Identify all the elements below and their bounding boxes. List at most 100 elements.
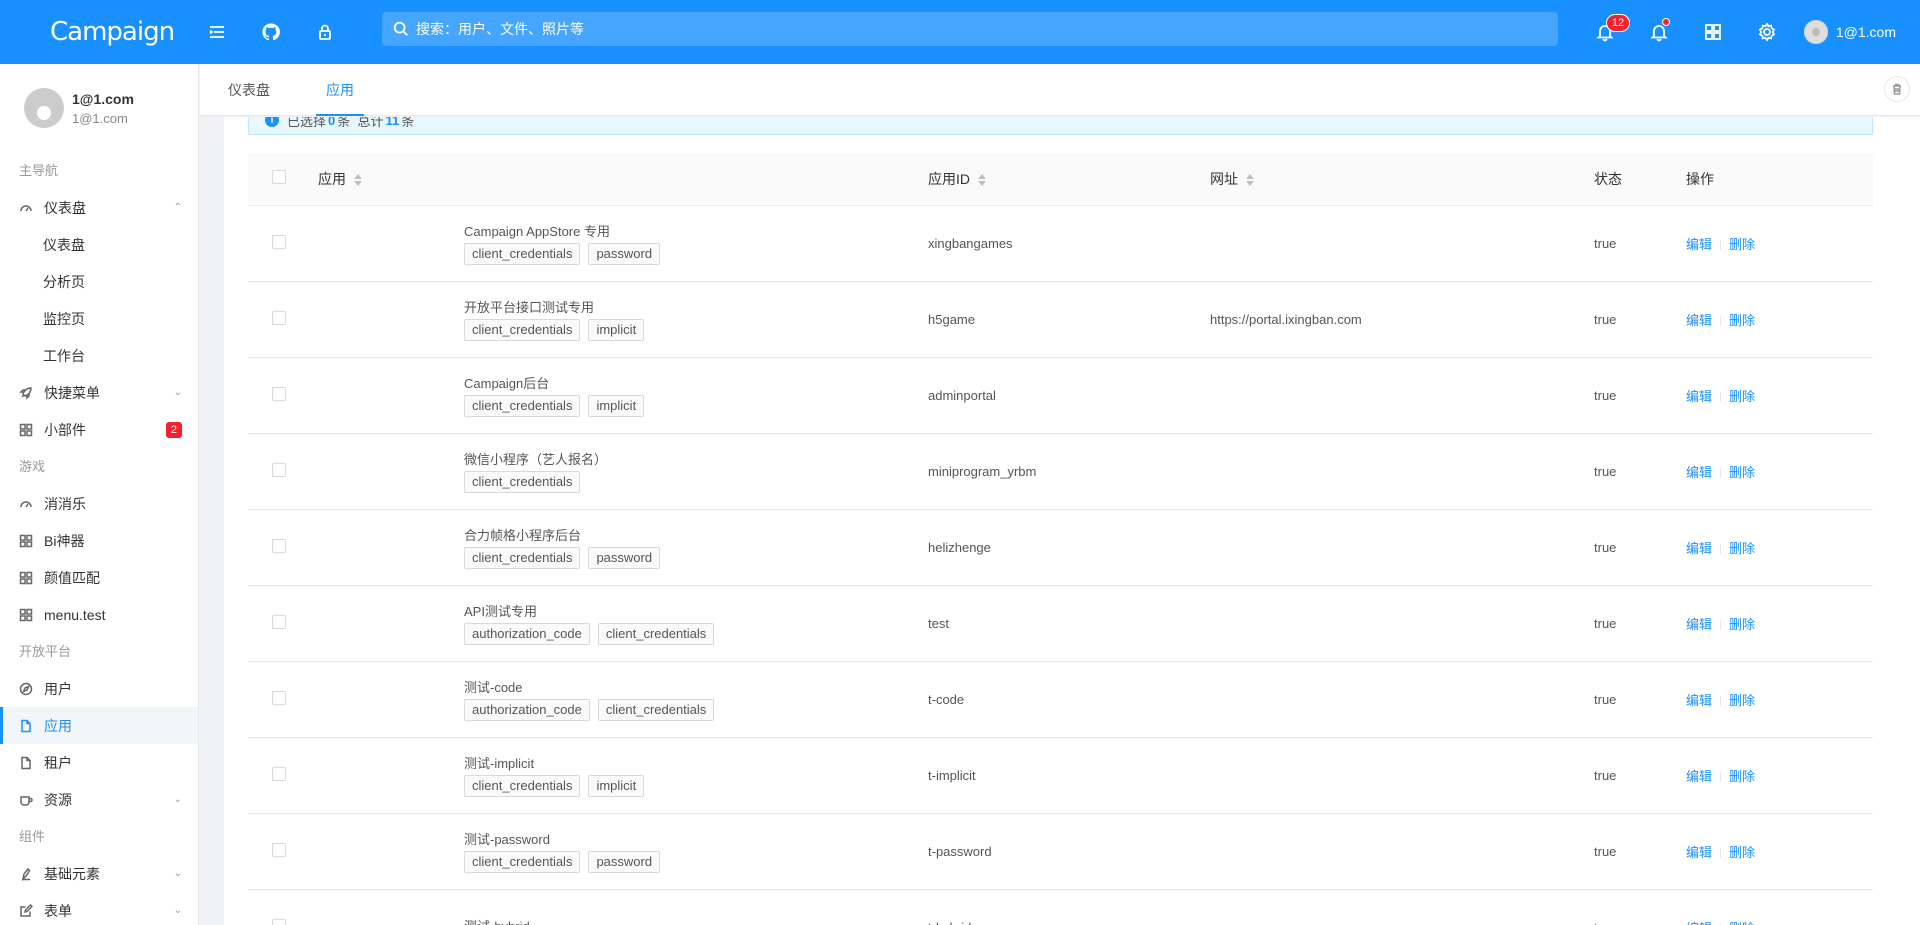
delete-link[interactable]: 删除 <box>1729 541 1755 556</box>
alert-bell-icon[interactable] <box>1632 0 1686 64</box>
divider <box>1720 772 1722 783</box>
edit-link[interactable]: 编辑 <box>1686 541 1712 556</box>
sort-icon[interactable] <box>354 174 362 187</box>
menu-toggle-icon[interactable] <box>190 0 244 64</box>
delete-link[interactable]: 删除 <box>1729 313 1755 328</box>
sidebar-item-menutest[interactable]: menu.test <box>0 596 198 633</box>
user-menu[interactable]: 1@1.com <box>1794 0 1920 64</box>
app-url <box>1210 585 1594 662</box>
edit-link[interactable]: 编辑 <box>1686 237 1712 252</box>
divider <box>1720 468 1722 479</box>
row-checkbox[interactable] <box>272 234 286 249</box>
column-url[interactable]: 网址 <box>1210 153 1594 206</box>
search-input[interactable] <box>416 21 1516 37</box>
edit-link[interactable]: 编辑 <box>1686 617 1712 632</box>
table-row: 测试-password client_credentials password t-p… <box>248 813 1873 890</box>
sidebar-item-apps[interactable]: 应用 <box>0 707 198 744</box>
lock-icon[interactable] <box>298 0 352 64</box>
delete-link[interactable]: 删除 <box>1729 845 1755 860</box>
file-icon <box>19 756 33 770</box>
notification-bell-icon[interactable]: 12 <box>1578 0 1632 64</box>
delete-link[interactable]: 删除 <box>1729 237 1755 252</box>
profile-name: 1@1.com <box>72 90 134 107</box>
delete-link[interactable]: 删除 <box>1729 693 1755 708</box>
compass-icon <box>19 682 33 696</box>
brand-logo[interactable]: Campaign <box>0 17 190 47</box>
column-app-id[interactable]: 应用ID <box>928 153 1210 206</box>
row-checkbox[interactable] <box>272 310 286 325</box>
sidebar-item-widgets[interactable]: 小部件 2 <box>0 411 198 448</box>
sidebar-item-monitor[interactable]: 监控页 <box>0 300 198 337</box>
sidebar-item-xiaoxiaole[interactable]: 消消乐 <box>0 485 198 522</box>
dashboard-icon <box>19 497 33 511</box>
sidebar-item-forms[interactable]: 表单 ⌄ <box>0 892 198 925</box>
file-icon <box>19 719 33 733</box>
sidebar-item-dashboard[interactable]: 仪表盘 ⌃ <box>0 189 198 226</box>
app-url <box>1210 357 1594 434</box>
app-id: miniprogram_yrbm <box>928 433 1210 510</box>
row-checkbox[interactable] <box>272 386 286 401</box>
app-list-card: i 已选择 0 条 总计 11 条 应用 应用ID 网址 状态 操作 Campa… <box>224 117 1920 925</box>
sidebar-item-workplace[interactable]: 工作台 <box>0 337 198 374</box>
row-actions: 编辑 删除 <box>1686 737 1873 814</box>
info-icon: i <box>265 117 279 127</box>
group-components: 组件 <box>19 829 46 844</box>
sidebar-item-resources[interactable]: 资源 ⌄ <box>0 781 198 818</box>
row-checkbox[interactable] <box>272 918 286 925</box>
row-checkbox[interactable] <box>272 538 286 553</box>
divider <box>1720 544 1722 555</box>
edit-link[interactable]: 编辑 <box>1686 921 1712 925</box>
delete-link[interactable]: 删除 <box>1729 389 1755 404</box>
apps-grid-icon[interactable] <box>1686 0 1740 64</box>
row-checkbox[interactable] <box>272 766 286 781</box>
delete-link[interactable]: 删除 <box>1729 921 1755 925</box>
sort-icon[interactable] <box>1246 174 1254 187</box>
row-checkbox[interactable] <box>272 462 286 477</box>
sidebar-item-shortcut[interactable]: 快捷菜单 ⌄ <box>0 374 198 411</box>
edit-link[interactable]: 编辑 <box>1686 465 1712 480</box>
search-bar[interactable] <box>382 12 1558 46</box>
edit-link[interactable]: 编辑 <box>1686 845 1712 860</box>
sidebar-item-label: 租户 <box>44 754 72 771</box>
row-checkbox[interactable] <box>272 842 286 857</box>
table-row: 开放平台接口测试专用 client_credentials implicit h5ga… <box>248 281 1873 358</box>
sidebar-item-tenants[interactable]: 租户 <box>0 744 198 781</box>
settings-gear-icon[interactable] <box>1740 0 1794 64</box>
chevron-down-icon: ⌄ <box>173 868 182 879</box>
notification-count-badge: 12 <box>1605 14 1631 32</box>
sidebar-item-bi[interactable]: Bi神器 <box>0 522 198 559</box>
sidebar-item-elements[interactable]: 基础元素 ⌄ <box>0 855 198 892</box>
app-url <box>1210 813 1594 890</box>
github-icon[interactable] <box>244 0 298 64</box>
delete-link[interactable]: 删除 <box>1729 769 1755 784</box>
sort-icon[interactable] <box>978 174 986 187</box>
tab-dashboard[interactable]: 仪表盘 <box>200 64 298 116</box>
sidebar-item-label: Bi神器 <box>44 532 85 549</box>
apps-table: 应用 应用ID 网址 状态 操作 Campaign AppStore 专用 cli… <box>248 153 1873 925</box>
edit-link[interactable]: 编辑 <box>1686 693 1712 708</box>
sidebar: 1@1.com 1@1.com 主导航 仪表盘 ⌃ 仪表盘 分析页 监控页 工作… <box>0 64 199 925</box>
column-status: 状态 <box>1594 153 1686 206</box>
edit-link[interactable]: 编辑 <box>1686 389 1712 404</box>
dashboard-icon <box>19 201 33 215</box>
divider <box>1720 316 1722 327</box>
row-checkbox[interactable] <box>272 614 286 629</box>
sidebar-item-dashboard-sub[interactable]: 仪表盘 <box>0 226 198 263</box>
edit-link[interactable]: 编辑 <box>1686 769 1712 784</box>
edit-link[interactable]: 编辑 <box>1686 313 1712 328</box>
trash-icon[interactable] <box>1884 76 1910 102</box>
tab-apps[interactable]: 应用 <box>298 64 382 116</box>
sidebar-item-color[interactable]: 颜值匹配 <box>0 559 198 596</box>
row-actions: 编辑 删除 <box>1686 433 1873 510</box>
sidebar-item-users[interactable]: 用户 <box>0 670 198 707</box>
sidebar-profile[interactable]: 1@1.com 1@1.com <box>0 64 198 152</box>
sidebar-item-analysis[interactable]: 分析页 <box>0 263 198 300</box>
table-row: 测试-hybridt-hybrid true编辑 删除 <box>248 889 1873 925</box>
delete-link[interactable]: 删除 <box>1729 617 1755 632</box>
select-all-checkbox[interactable] <box>272 170 286 185</box>
row-checkbox[interactable] <box>272 690 286 705</box>
column-app[interactable]: 应用 <box>318 153 928 206</box>
delete-link[interactable]: 删除 <box>1729 465 1755 480</box>
app-id: t-implicit <box>928 737 1210 814</box>
grant-type-tag: implicit <box>588 775 645 797</box>
